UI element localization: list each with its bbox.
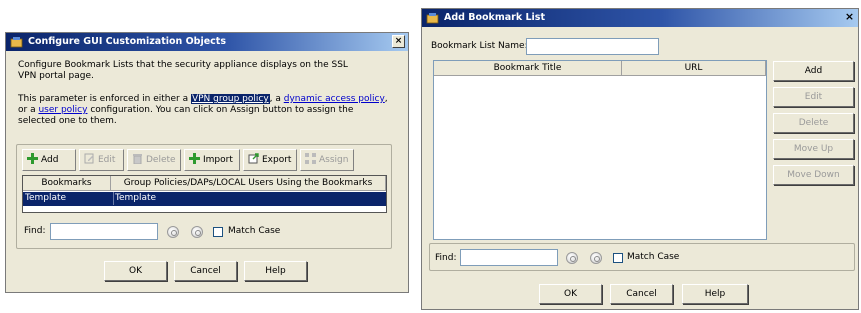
column-header-group-policies[interactable]: Group Policies/DAPs/LOCAL Users Using th…	[111, 176, 386, 191]
help-button[interactable]: Help	[682, 284, 748, 304]
move-up-button[interactable]: Move Up	[773, 139, 854, 159]
close-icon[interactable]: ×	[843, 11, 856, 24]
table-cell: Template	[25, 193, 67, 203]
column-header-bookmarks[interactable]: Bookmarks	[23, 176, 111, 191]
match-case-label: Match Case	[228, 226, 281, 236]
edit-label: Edit	[98, 155, 116, 165]
bookmarks-table[interactable]: Bookmark Title URL	[433, 60, 767, 240]
plus-icon	[27, 152, 38, 164]
find-previous-icon[interactable]	[167, 226, 179, 238]
dialog-title: Add Bookmark List	[444, 12, 545, 23]
match-case-label: Match Case	[627, 252, 680, 262]
description-text: Configure Bookmark Lists that the securi…	[18, 60, 348, 81]
bookmarks-table[interactable]: Bookmarks Group Policies/DAPs/LOCAL User…	[22, 175, 387, 213]
assign-button[interactable]: Assign	[300, 149, 354, 171]
delete-label: Delete	[146, 155, 176, 165]
move-down-button[interactable]: Move Down	[773, 165, 854, 185]
find-next-icon[interactable]	[590, 252, 602, 264]
ok-button[interactable]: OK	[539, 284, 602, 304]
enforce-text: , a	[269, 94, 284, 104]
enforce-text: or a	[18, 105, 39, 115]
enforce-text: ,	[384, 94, 388, 104]
import-icon	[189, 152, 200, 164]
cancel-button[interactable]: Cancel	[610, 284, 673, 304]
help-button[interactable]: Help	[244, 261, 307, 281]
add-bookmark-list-dialog: Add Bookmark List × Bookmark List Name: …	[421, 8, 859, 310]
bookmark-list-name-input[interactable]	[526, 38, 659, 55]
export-button[interactable]: Export	[243, 149, 297, 171]
delete-button[interactable]: Delete	[773, 113, 854, 133]
match-case-checkbox[interactable]	[213, 227, 223, 237]
add-button[interactable]: Add	[773, 61, 854, 81]
export-icon	[248, 152, 259, 164]
find-input[interactable]	[50, 223, 158, 240]
dialog-titlebar[interactable]: Configure GUI Customization Objects ×	[6, 33, 408, 51]
user-policy-link[interactable]: user policy	[38, 105, 87, 115]
trash-icon	[132, 152, 143, 165]
edit-button[interactable]: Edit	[79, 149, 124, 171]
import-button[interactable]: Import	[184, 149, 240, 171]
add-button[interactable]: Add	[22, 149, 76, 171]
find-label: Find:	[435, 253, 457, 263]
edit-button[interactable]: Edit	[773, 87, 854, 107]
column-header-bookmark-title[interactable]: Bookmark Title	[434, 61, 622, 76]
app-icon	[10, 37, 23, 48]
import-label: Import	[203, 155, 233, 165]
table-row[interactable]: Template Template	[23, 192, 386, 206]
enforce-paragraph: This parameter is enforced in either a V…	[18, 94, 388, 127]
match-case-checkbox[interactable]	[613, 253, 623, 263]
table-cell: Template	[113, 192, 157, 205]
vpn-group-policy-link[interactable]: VPN group policy	[190, 94, 270, 104]
find-next-icon[interactable]	[191, 226, 203, 238]
enforce-text: This parameter is enforced in either a	[18, 94, 191, 104]
dialog-titlebar[interactable]: Add Bookmark List ×	[422, 9, 858, 27]
assign-icon	[305, 152, 316, 164]
find-input[interactable]	[460, 249, 558, 266]
dialog-title: Configure GUI Customization Objects	[28, 36, 227, 47]
bookmark-list-name-label: Bookmark List Name:	[431, 41, 528, 51]
export-label: Export	[262, 155, 292, 165]
find-previous-icon[interactable]	[566, 252, 578, 264]
app-icon	[426, 13, 439, 24]
column-header-url[interactable]: URL	[622, 61, 766, 76]
close-icon[interactable]: ×	[392, 35, 405, 48]
delete-button[interactable]: Delete	[127, 149, 181, 171]
dynamic-access-policy-link[interactable]: dynamic access policy	[284, 94, 385, 104]
find-label: Find:	[24, 226, 46, 236]
add-label: Add	[41, 155, 59, 165]
edit-icon	[84, 152, 95, 164]
cancel-button[interactable]: Cancel	[174, 261, 237, 281]
ok-button[interactable]: OK	[104, 261, 167, 281]
configure-gui-customization-dialog: Configure GUI Customization Objects × Co…	[5, 32, 409, 293]
assign-label: Assign	[319, 155, 349, 165]
